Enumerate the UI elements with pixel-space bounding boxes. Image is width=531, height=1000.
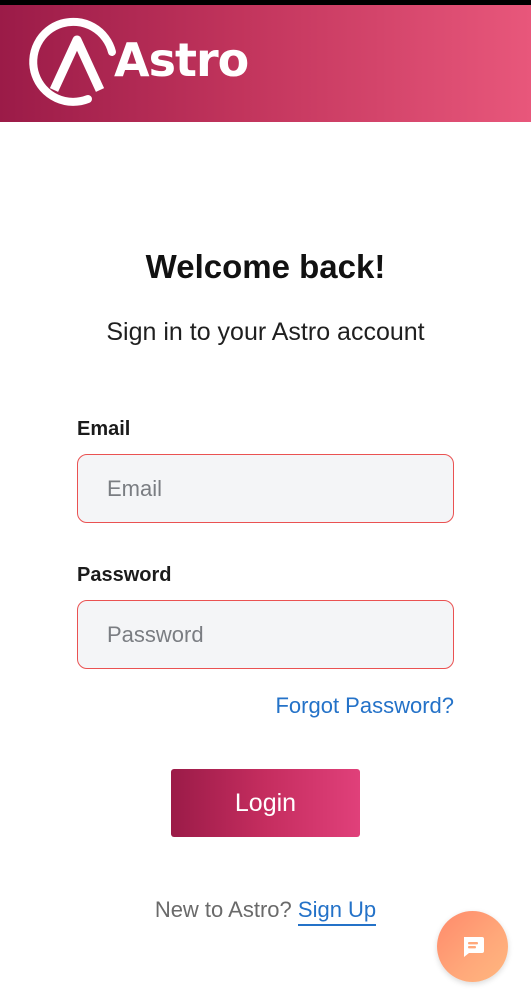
brand-name: Astro [114, 33, 249, 87]
chat-bubble-icon [463, 936, 484, 957]
signup-link[interactable]: Sign Up [297, 897, 377, 926]
login-button[interactable]: Login [171, 769, 360, 837]
password-label: Password [77, 564, 172, 586]
email-label: Email [77, 418, 131, 440]
password-input[interactable] [78, 601, 453, 668]
page-title: Welcome back! [145, 248, 386, 285]
email-field-container [77, 454, 454, 523]
forgot-password-link[interactable]: Forgot Password? [275, 693, 454, 719]
app-header: Astro [0, 5, 531, 122]
page-subtitle: Sign in to your Astro account [106, 318, 425, 346]
password-field-container [77, 600, 454, 669]
email-input[interactable] [78, 455, 453, 522]
brand-logo[interactable]: Astro [28, 15, 249, 106]
astro-logo-icon [29, 17, 116, 106]
signup-prompt: New to Astro? [154, 897, 292, 922]
chat-button[interactable] [437, 911, 508, 982]
